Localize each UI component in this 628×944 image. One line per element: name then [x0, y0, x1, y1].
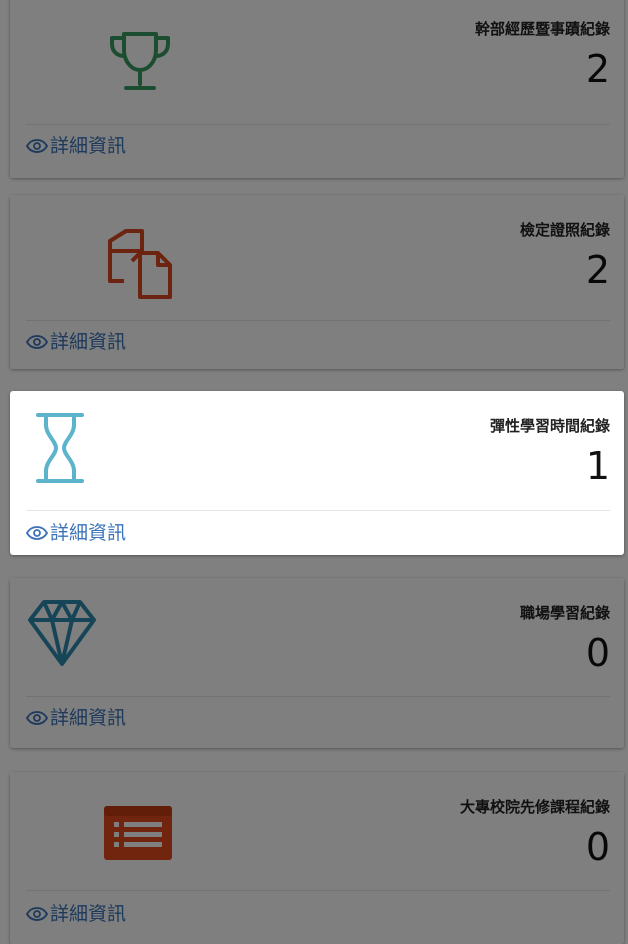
card-count: 0	[585, 631, 610, 675]
record-card-workplace-learning[interactable]: 職場學習紀錄 0 詳細資訊	[10, 578, 624, 748]
card-count: 2	[585, 248, 610, 292]
hourglass-icon	[36, 413, 84, 483]
card-title: 檢定證照紀錄	[519, 221, 610, 239]
eye-icon	[26, 711, 48, 725]
details-link-label: 詳細資訊	[50, 522, 127, 544]
card-title: 幹部經歷暨事蹟紀錄	[474, 20, 610, 38]
card-count: 1	[585, 444, 610, 488]
details-link[interactable]: 詳細資訊	[26, 902, 126, 926]
card-title: 大專校院先修課程紀錄	[459, 798, 610, 816]
eye-icon	[26, 526, 48, 540]
details-link-label: 詳細資訊	[50, 903, 127, 925]
details-link[interactable]: 詳細資訊	[26, 330, 126, 354]
record-card-college-precourse[interactable]: 大專校院先修課程紀錄 0 詳細資訊	[10, 772, 624, 944]
details-link[interactable]: 詳細資訊	[26, 706, 126, 730]
card-count: 2	[585, 47, 610, 91]
diamond-icon	[28, 600, 96, 666]
card-divider	[26, 124, 610, 125]
card-divider	[26, 320, 610, 321]
card-divider	[26, 696, 610, 697]
eye-icon	[26, 139, 48, 153]
record-card-cadre[interactable]: 幹部經歷暨事蹟紀錄 2 詳細資訊	[10, 0, 624, 178]
card-divider	[26, 890, 610, 891]
card-count: 0	[585, 825, 610, 869]
card-divider	[26, 510, 610, 511]
eye-icon	[26, 907, 48, 921]
details-link-label: 詳細資訊	[50, 707, 127, 729]
details-link[interactable]: 詳細資訊	[26, 134, 126, 158]
card-title: 職場學習紀錄	[519, 604, 610, 622]
details-link-label: 詳細資訊	[50, 135, 127, 157]
details-link-label: 詳細資訊	[50, 331, 127, 353]
record-card-flexible-learning[interactable]: 彈性學習時間紀錄 1 詳細資訊	[10, 391, 624, 555]
record-card-certification[interactable]: 檢定證照紀錄 2 詳細資訊	[10, 195, 624, 369]
card-title: 彈性學習時間紀錄	[489, 417, 610, 435]
trophy-icon	[110, 32, 170, 90]
eye-icon	[26, 335, 48, 349]
details-link[interactable]: 詳細資訊	[26, 521, 126, 545]
copy-documents-icon	[108, 229, 172, 299]
list-panel-icon	[104, 806, 172, 860]
